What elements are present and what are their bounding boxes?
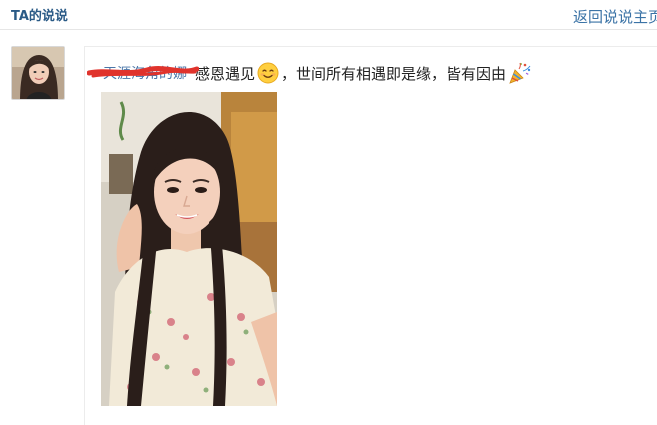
post-content: 天涯海角的娜 感恩遇见 ，世间所有相遇即是缘，皆有因由 [87, 61, 532, 85]
header: TA的说说 返回说说主页 [0, 0, 657, 30]
party-popper-emoji-icon [509, 62, 531, 84]
avatar[interactable] [11, 46, 65, 100]
post-author-link[interactable]: 天涯海角的娜 [87, 63, 199, 83]
post-photo[interactable] [101, 92, 277, 406]
page-title: TA的说说 [11, 9, 68, 24]
avatar-image [12, 47, 64, 99]
post-card: 天涯海角的娜 感恩遇见 ，世间所有相遇即是缘，皆有因由 [84, 46, 657, 425]
post-photo-image [101, 92, 277, 406]
back-to-shuoshuo-home-link[interactable]: 返回说说主页 [573, 6, 657, 27]
smile-emoji-icon [257, 62, 279, 84]
post-text-part-1: 感恩遇见 [195, 64, 256, 83]
page: TA的说说 返回说说主页 天涯海角的娜 感恩遇见 ，世间所有相遇即是缘，皆有因由 [0, 0, 657, 425]
post-text-part-2: ，世间所有相遇即是缘，皆有因由 [281, 64, 507, 83]
post-text: 感恩遇见 ，世间所有相遇即是缘，皆有因由 [195, 61, 532, 85]
post-author-name: 天涯海角的娜 [103, 66, 187, 82]
